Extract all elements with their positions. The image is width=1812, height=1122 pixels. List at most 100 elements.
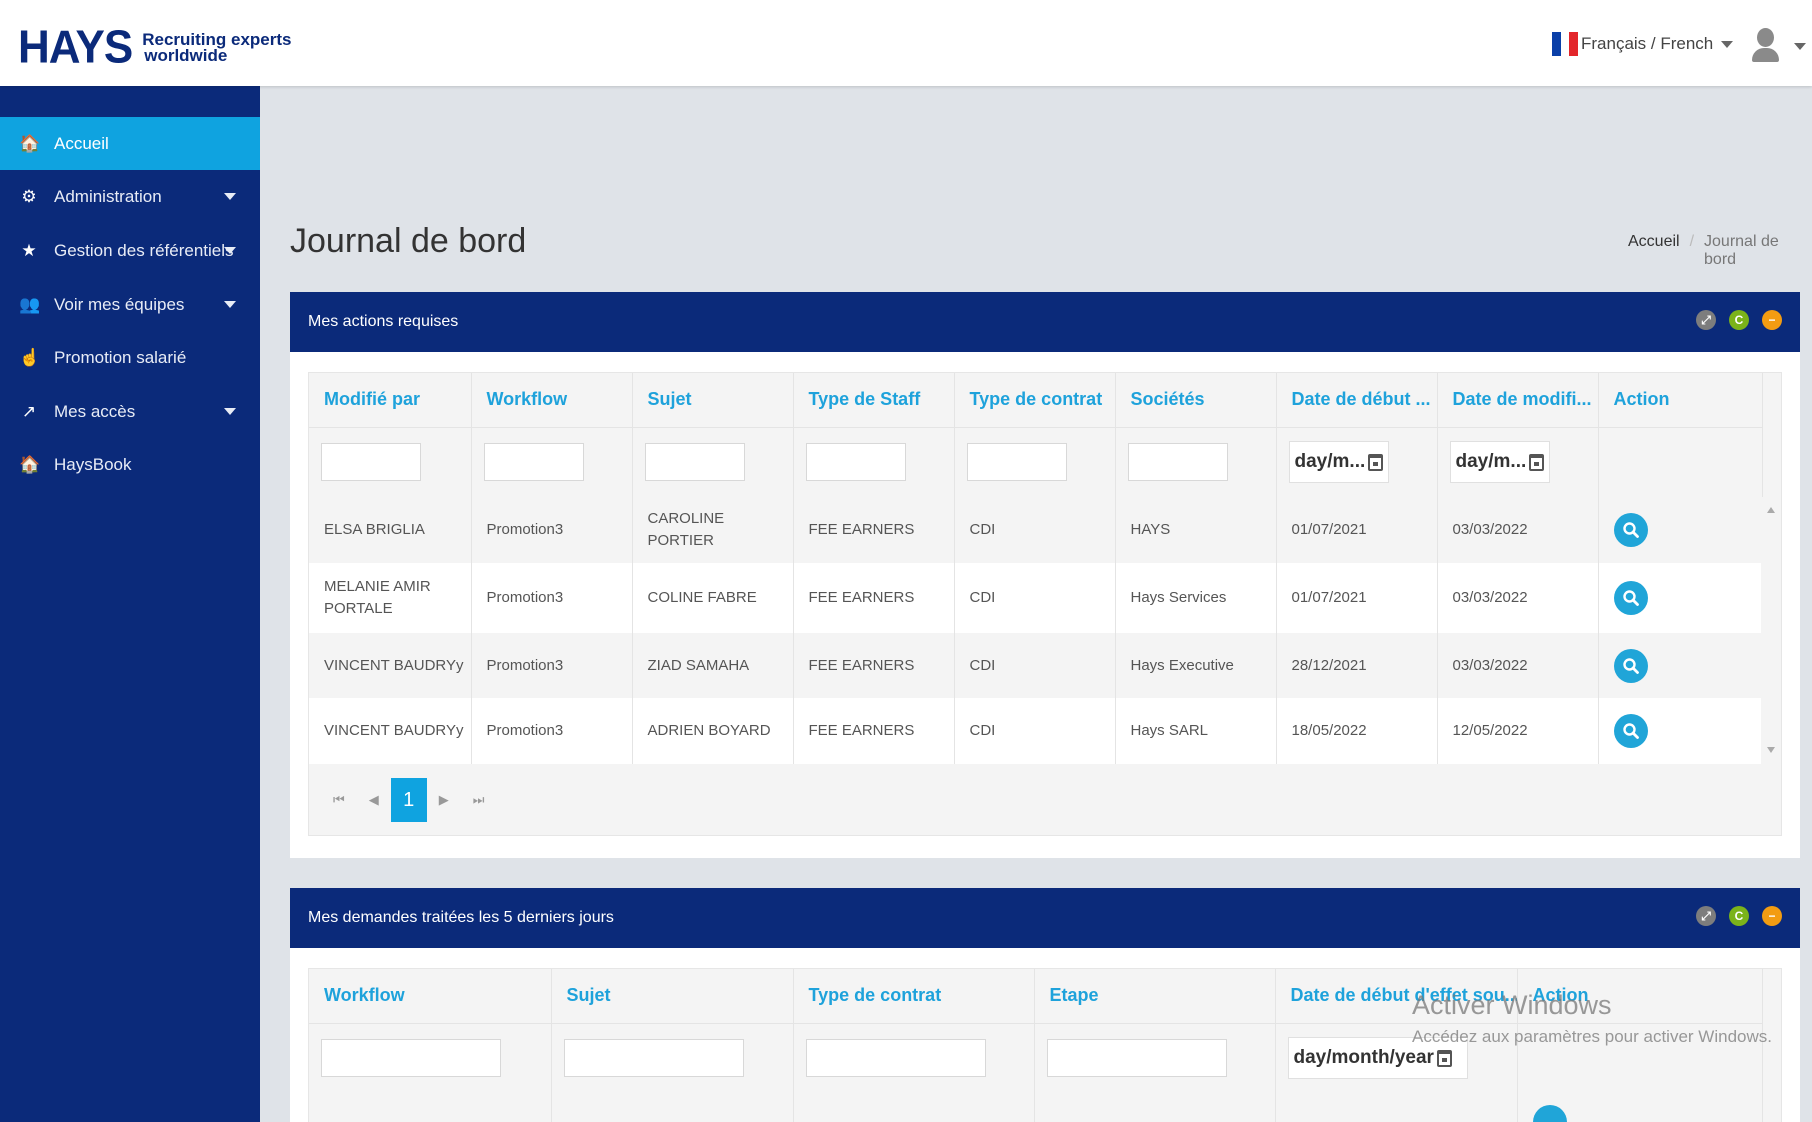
search-icon — [1622, 522, 1639, 538]
sidebar-item-label: Gestion des référentiels — [54, 240, 234, 260]
user-icon — [1750, 28, 1780, 64]
calendar-icon[interactable] — [1368, 453, 1384, 471]
breadcrumb-home-link[interactable]: Accueil — [1628, 233, 1680, 269]
column-header[interactable]: Type de contrat — [954, 373, 1116, 427]
column-header[interactable]: Sociétés — [1115, 373, 1277, 427]
cogs-icon: ⚙ — [21, 186, 37, 206]
first-page-icon[interactable]: ⏮ — [333, 792, 345, 808]
filter-date-modification[interactable]: day/m... — [1449, 441, 1550, 484]
filter-sujet[interactable] — [563, 1039, 744, 1078]
sidebar-item-haysbook[interactable]: 🏠 HaysBook — [0, 438, 260, 491]
column-header[interactable]: Workflow — [471, 373, 633, 427]
filter-modifie-par[interactable] — [321, 443, 421, 482]
demandes-grid: Workflow Sujet Type de contrat Etape Dat… — [308, 968, 1782, 1122]
table-row: ELSA BRIGLIA Promotion3 CAROLINE PORTIER… — [309, 497, 1763, 563]
column-header[interactable]: Sujet — [551, 969, 794, 1023]
page-button[interactable]: 1 — [390, 778, 427, 822]
calendar-icon[interactable] — [1529, 453, 1545, 471]
column-header[interactable]: Type de contrat — [793, 969, 1035, 1023]
breadcrumb-current: Journal de bord — [1704, 233, 1779, 268]
breadcrumb-separator: / — [1689, 233, 1695, 250]
filter-type-staff[interactable] — [805, 443, 906, 482]
language-selector[interactable]: Français / French — [1552, 32, 1734, 56]
external-link-icon: ↗ — [21, 401, 37, 421]
filter-workflow[interactable] — [483, 443, 584, 482]
calendar-icon[interactable] — [1436, 1049, 1452, 1067]
scroll-up-icon[interactable] — [1767, 507, 1775, 513]
search-icon — [1622, 723, 1639, 739]
search-icon — [1622, 590, 1639, 606]
view-button[interactable] — [1613, 513, 1648, 547]
french-flag-icon — [1552, 32, 1579, 56]
user-menu[interactable] — [1750, 28, 1806, 64]
view-button[interactable] — [1532, 1105, 1567, 1122]
language-label: Français / French — [1581, 34, 1714, 53]
scroll-down-icon[interactable] — [1767, 747, 1775, 753]
filter-etape[interactable] — [1046, 1039, 1227, 1078]
panel-title: Mes demandes traitées les 5 derniers jou… — [308, 909, 614, 926]
filter-date-debut-effet[interactable]: day/month/year — [1287, 1037, 1468, 1080]
panel-tools: ⤢ C − — [1683, 906, 1782, 926]
users-icon: 👥 — [19, 294, 41, 314]
filter-type-contrat[interactable] — [805, 1039, 986, 1078]
panel-actions-requises: Mes actions requises ⤢ C − Modifié par W… — [290, 292, 1800, 858]
column-header[interactable]: Type de Staff — [793, 373, 955, 427]
breadcrumb: Accueil / Journal de bord — [1628, 233, 1812, 269]
sidebar-item-label: HaysBook — [54, 454, 132, 474]
filter-societes[interactable] — [1127, 443, 1228, 482]
filter-type-contrat[interactable] — [966, 443, 1067, 482]
column-header[interactable]: Workflow — [309, 969, 552, 1023]
panel-header: Mes demandes traitées les 5 derniers jou… — [290, 888, 1800, 948]
collapse-icon[interactable]: − — [1762, 906, 1782, 926]
sidebar: 🏠 Accueil ⚙ Administration ★ Gestion des… — [0, 86, 260, 1122]
sidebar-item-referentiels[interactable]: ★ Gestion des référentiels — [0, 224, 260, 277]
view-button[interactable] — [1613, 714, 1648, 748]
filter-sujet[interactable] — [644, 443, 745, 482]
hays-logo[interactable]: HAYS Recruiting experts worldwide — [18, 21, 292, 74]
expand-icon[interactable]: ⤢ — [1696, 310, 1716, 330]
last-page-icon[interactable]: ⏭ — [473, 792, 485, 808]
top-header: HAYS Recruiting experts worldwide França… — [0, 0, 1812, 86]
demandes-table: Workflow Sujet Type de contrat Etape Dat… — [309, 969, 1763, 1122]
column-header[interactable]: Sujet — [632, 373, 794, 427]
sidebar-item-promotion[interactable]: ☝ Promotion salarié — [0, 331, 260, 384]
table-row: VINCENT BAUDRYy Promotion3 ZIAD SAMAHA F… — [309, 633, 1763, 698]
chevron-down-icon — [1721, 40, 1734, 48]
sidebar-item-equipes[interactable]: 👥 Voir mes équipes — [0, 278, 260, 331]
prev-page-icon[interactable]: ◀ — [369, 792, 379, 808]
filter-date-debut[interactable]: day/m... — [1288, 441, 1389, 484]
sidebar-item-label: Administration — [54, 186, 162, 206]
next-page-icon[interactable]: ▶ — [439, 792, 449, 808]
chevron-down-icon — [224, 301, 236, 308]
column-header[interactable]: Date de début d'effet sou... — [1275, 969, 1518, 1023]
table-scrollbar[interactable] — [1761, 497, 1781, 764]
chevron-down-icon — [224, 193, 236, 200]
home-icon: 🏠 — [19, 133, 41, 153]
expand-icon[interactable]: ⤢ — [1696, 906, 1716, 926]
sidebar-item-administration[interactable]: ⚙ Administration — [0, 170, 260, 223]
filter-workflow[interactable] — [321, 1039, 501, 1078]
column-header[interactable]: Modifié par — [309, 373, 472, 427]
sidebar-item-acces[interactable]: ↗ Mes accès — [0, 385, 260, 438]
column-header[interactable]: Date de début ... — [1276, 373, 1438, 427]
refresh-icon[interactable]: C — [1729, 906, 1749, 926]
collapse-icon[interactable]: − — [1762, 310, 1782, 330]
view-button[interactable] — [1613, 581, 1648, 615]
actions-table: Modifié par Workflow Sujet Type de Staff… — [309, 373, 1763, 764]
logo-tagline: Recruiting experts worldwide — [142, 30, 292, 65]
search-icon — [1622, 657, 1639, 674]
home-icon: 🏠 — [19, 454, 41, 474]
chevron-down-icon — [1794, 42, 1806, 50]
sidebar-item-accueil[interactable]: 🏠 Accueil — [0, 117, 260, 170]
panel-title: Mes actions requises — [308, 313, 459, 330]
actions-grid: Modifié par Workflow Sujet Type de Staff… — [308, 372, 1782, 836]
column-header[interactable]: Etape — [1034, 969, 1276, 1023]
sidebar-item-label: Voir mes équipes — [54, 294, 185, 314]
logo-wordmark: HAYS — [18, 21, 133, 74]
view-button[interactable] — [1613, 648, 1648, 683]
column-header: Action — [1517, 969, 1763, 1023]
table-row: VINCENT BAUDRYy Promotion3 ADRIEN BOYARD… — [309, 698, 1763, 764]
panel-tools: ⤢ C − — [1683, 310, 1782, 330]
column-header[interactable]: Date de modifi... — [1437, 373, 1599, 427]
refresh-icon[interactable]: C — [1729, 310, 1749, 330]
